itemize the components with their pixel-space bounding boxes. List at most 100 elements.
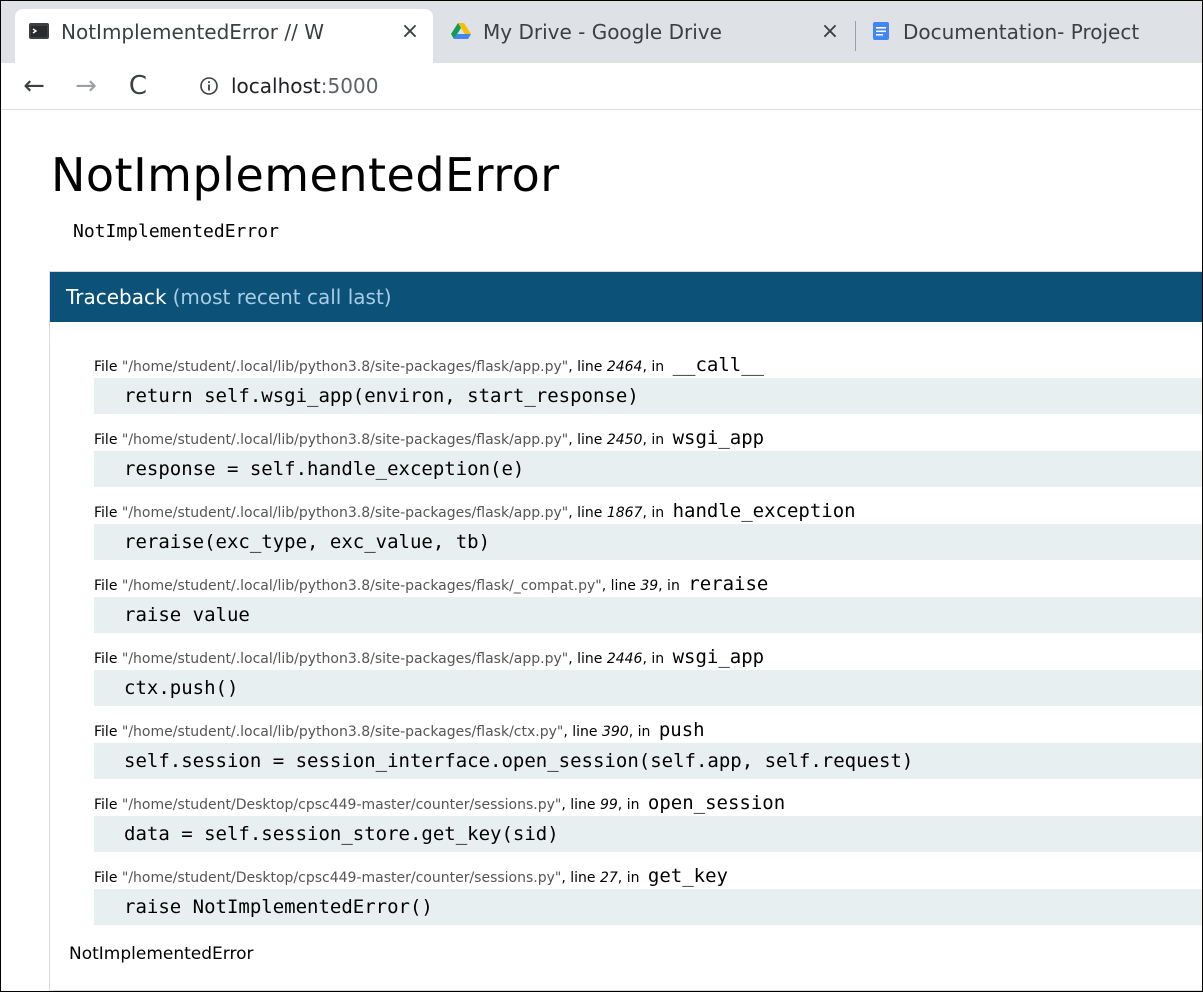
frame-location: File "/home/student/.local/lib/python3.8… — [94, 500, 856, 522]
browser-window: NotImplementedError // W × My Drive - Go… — [0, 0, 1203, 992]
line-number: 1867 — [606, 505, 643, 521]
traceback-header: Traceback (most recent call last) — [50, 272, 1202, 322]
line-number: 2450 — [606, 432, 643, 448]
in-label: , in — [617, 870, 644, 886]
tab-documentation[interactable]: Documentation- Project — [857, 9, 1202, 63]
frame-location: File "/home/student/.local/lib/python3.8… — [94, 427, 764, 449]
traceback-frame[interactable]: File "/home/student/.local/lib/python3.8… — [50, 711, 1202, 784]
line-label: , line — [568, 505, 607, 521]
in-label: , in — [642, 432, 669, 448]
tab-title: My Drive - Google Drive — [483, 20, 722, 44]
file-path: "/home/student/Desktop/cpsc449-master/co… — [121, 870, 562, 886]
traceback-frame[interactable]: File "/home/student/.local/lib/python3.8… — [50, 492, 1202, 565]
frame-location: File "/home/student/.local/lib/python3.8… — [94, 646, 764, 668]
line-label: , line — [568, 359, 607, 375]
tab-title: Documentation- Project — [903, 20, 1140, 44]
source-line[interactable]: self.session = session_interface.open_se… — [94, 743, 1202, 779]
line-number: 99 — [599, 797, 618, 813]
line-label: , line — [601, 578, 641, 594]
traceback-frame[interactable]: File "/home/student/.local/lib/python3.8… — [50, 565, 1202, 638]
tab-notimplementederror[interactable]: NotImplementedError // W × — [15, 9, 433, 63]
line-label: , line — [568, 432, 607, 448]
line-label: , line — [563, 724, 602, 740]
line-label: , line — [568, 651, 607, 667]
file-label: File — [94, 870, 122, 886]
traceback-frame[interactable]: File "/home/student/.local/lib/python3.8… — [50, 419, 1202, 492]
source-line[interactable]: response = self.handle_exception(e) — [94, 451, 1202, 487]
source-line[interactable]: raise value — [94, 597, 1202, 633]
tab-google-drive[interactable]: My Drive - Google Drive × — [437, 9, 853, 63]
file-label: File — [94, 432, 122, 448]
line-number: 39 — [640, 578, 659, 594]
url-port: :5000 — [320, 74, 379, 98]
final-error: NotImplementedError — [69, 944, 254, 964]
browser-toolbar: ← → C localhost:5000 — [1, 63, 1202, 110]
reload-button[interactable]: C — [121, 69, 155, 103]
function-name: get_key — [647, 865, 728, 887]
traceback-subheading: (most recent call last) — [172, 285, 392, 309]
line-number: 2446 — [606, 651, 643, 667]
google-docs-icon — [873, 22, 889, 40]
file-path: "/home/student/.local/lib/python3.8/site… — [121, 359, 569, 375]
in-label: , in — [628, 724, 655, 740]
address-bar[interactable]: localhost:5000 — [191, 67, 1181, 105]
line-number: 27 — [599, 870, 618, 886]
tab-separator — [855, 21, 856, 51]
line-label: , line — [561, 797, 600, 813]
function-name: __call__ — [672, 354, 765, 376]
file-path: "/home/student/.local/lib/python3.8/site… — [121, 432, 569, 448]
forward-button[interactable]: → — [69, 69, 103, 103]
function-name: reraise — [688, 573, 769, 595]
traceback-panel: Traceback (most recent call last) File "… — [49, 271, 1202, 991]
in-label: , in — [642, 651, 669, 667]
file-path: "/home/student/.local/lib/python3.8/site… — [121, 651, 569, 667]
close-icon[interactable]: × — [815, 20, 845, 44]
file-label: File — [94, 505, 122, 521]
function-name: handle_exception — [672, 500, 856, 522]
source-line[interactable]: data = self.session_store.get_key(sid) — [94, 816, 1202, 852]
frame-location: File "/home/student/.local/lib/python3.8… — [94, 354, 764, 376]
frame-location: File "/home/student/.local/lib/python3.8… — [94, 573, 768, 595]
file-path: "/home/student/Desktop/cpsc449-master/co… — [121, 797, 562, 813]
traceback-frame[interactable]: File "/home/student/Desktop/cpsc449-mast… — [50, 857, 1202, 930]
frame-location: File "/home/student/Desktop/cpsc449-mast… — [94, 865, 728, 887]
info-icon[interactable] — [199, 76, 219, 96]
back-button[interactable]: ← — [17, 69, 51, 103]
source-line[interactable]: raise NotImplementedError() — [94, 889, 1202, 925]
file-path: "/home/student/.local/lib/python3.8/site… — [121, 724, 564, 740]
close-icon[interactable]: × — [395, 20, 425, 44]
tab-title: NotImplementedError // W — [61, 20, 324, 44]
page-content: NotImplementedError NotImplementedError … — [1, 110, 1202, 991]
function-name: wsgi_app — [672, 646, 765, 668]
tab-strip: NotImplementedError // W × My Drive - Go… — [1, 1, 1202, 63]
file-label: File — [94, 724, 122, 740]
function-name: push — [658, 719, 705, 741]
traceback-heading: Traceback — [66, 285, 167, 309]
url-host: localhost — [231, 74, 321, 98]
file-label: File — [94, 359, 122, 375]
line-number: 390 — [601, 724, 629, 740]
frame-location: File "/home/student/.local/lib/python3.8… — [94, 719, 705, 741]
file-path: "/home/student/.local/lib/python3.8/site… — [121, 505, 569, 521]
function-name: open_session — [647, 792, 786, 814]
file-path: "/home/student/.local/lib/python3.8/site… — [121, 578, 602, 594]
in-label: , in — [642, 359, 669, 375]
traceback-frame[interactable]: File "/home/student/Desktop/cpsc449-mast… — [50, 784, 1202, 857]
file-label: File — [94, 578, 122, 594]
in-label: , in — [617, 797, 644, 813]
page-title: NotImplementedError — [51, 148, 560, 202]
source-line[interactable]: ctx.push() — [94, 670, 1202, 706]
terminal-icon — [29, 23, 49, 39]
traceback-frames: File "/home/student/.local/lib/python3.8… — [50, 346, 1202, 930]
function-name: wsgi_app — [672, 427, 765, 449]
source-line[interactable]: reraise(exc_type, exc_value, tb) — [94, 524, 1202, 560]
traceback-frame[interactable]: File "/home/student/.local/lib/python3.8… — [50, 346, 1202, 419]
line-number: 2464 — [606, 359, 643, 375]
in-label: , in — [658, 578, 685, 594]
url-text: localhost:5000 — [231, 74, 378, 98]
source-line[interactable]: return self.wsgi_app(environ, start_resp… — [94, 378, 1202, 414]
traceback-frame[interactable]: File "/home/student/.local/lib/python3.8… — [50, 638, 1202, 711]
file-label: File — [94, 651, 122, 667]
google-drive-icon — [451, 23, 471, 39]
frame-location: File "/home/student/Desktop/cpsc449-mast… — [94, 792, 785, 814]
